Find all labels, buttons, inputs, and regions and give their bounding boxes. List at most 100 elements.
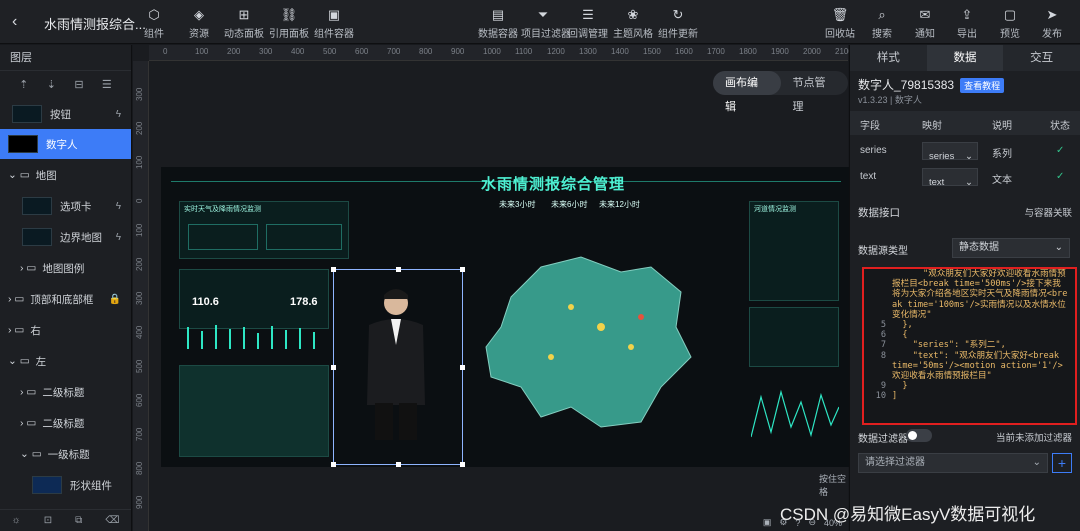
layer-group-top-bottom[interactable]: › ▭ 顶部和底部框 🔒 [0,284,131,314]
rainfall-value-2: 178.6 [290,296,318,308]
static-data-editor[interactable]: 5 6 7 8 9 10 "观众朋友们大家好欢迎收看水雨情预报栏目<break time=… [862,267,1077,425]
resize-handle[interactable] [331,462,336,467]
tab-style[interactable]: 样式 [850,45,927,71]
folder-icon: › ▭ [8,293,25,305]
lightning-icon[interactable]: ϟ [116,232,121,243]
forecast-tab-6h[interactable]: 未来6小时 [551,199,587,210]
dashboard-canvas[interactable]: 水雨情测报综合管理 未来3小时 未来6小时 未来12小时 实时天气及降雨情况监测… [161,167,851,467]
copy-icon[interactable]: ⧉ [75,515,82,526]
lock-icon[interactable]: ⊡ [44,515,52,526]
lightning-icon[interactable]: ϟ [116,201,121,212]
weather-panel: 实时天气及降雨情况监测 [179,201,349,259]
move-bottom-icon[interactable]: ⇣ [47,78,56,91]
canvas-area: 0 100 200 300 400 500 600 700 800 900 1000 1100 1200… [133,45,853,531]
lock-icon[interactable]: 🔒 [109,294,121,305]
layers-icon: ◈ [194,7,204,22]
tutorial-badge[interactable]: 查看教程 [960,78,1005,93]
filter-select[interactable]: 请选择过滤器 ⌄ [858,453,1048,473]
line-number [864,300,886,310]
layer-item-shape[interactable]: 形状组件 [0,470,131,500]
chevron-down-icon: ⌄ [965,177,973,188]
search-icon: ⌕ [878,7,886,22]
layer-group-subtitle[interactable]: › ▭ 二级标题 [0,408,131,438]
container-link[interactable]: 与容器关联 [1024,205,1072,219]
mode-canvas-edit[interactable]: 画布编辑 [713,71,781,113]
toolbar-component[interactable]: ⬡ 组件 [132,6,176,40]
code-content[interactable]: "观众朋友们大家好欢迎收看水雨情预报栏目<break time='500ms'/… [892,269,1069,402]
ruler-tick: 500 [323,47,337,56]
forecast-tab-12h[interactable]: 未来12小时 [599,199,640,210]
digital-human-figure[interactable] [359,285,433,440]
layer-item-boundary-map[interactable]: 边界地图 ϟ [0,222,131,252]
check-icon: ✓ [1056,171,1065,182]
tab-data[interactable]: 数据 [926,45,1004,71]
toolbar-component-container[interactable]: ▣ 组件容器 [312,6,356,40]
layer-panel: 图层 ⇡ ⇣ ⊟ ☰ 按钮 ϟ 数字人 ⌄ ▭ 地图 选项卡 ϟ 边界地图 ϟ › ▭ 地… [0,45,132,531]
tab-interaction[interactable]: 交互 [1003,45,1080,71]
add-filter-button[interactable]: + [1052,453,1072,473]
toolbar-theme[interactable]: ❀ 主题风格 [611,6,655,40]
field-row-text: text text ⌄ 文本 ✓ [850,165,1080,189]
toolbar-dynamic-panel[interactable]: ⊞ 动态面板 [222,6,266,40]
group-icon[interactable]: ⊟ [74,78,83,91]
layer-group-right[interactable]: › ▭ 右 [0,315,131,345]
lightning-icon[interactable]: ϟ [116,109,121,120]
resize-handle[interactable] [396,267,401,272]
layer-group-subtitle[interactable]: › ▭ 二级标题 [0,377,131,407]
layer-group-map[interactable]: ⌄ ▭ 地图 [0,160,131,190]
ruler-tick: 900 [451,47,465,56]
toolbar-update[interactable]: ↻ 组件更新 [656,6,700,40]
toolbar-data-container[interactable]: ▤ 数据容器 [476,6,520,40]
toolbar-resource[interactable]: ◈ 资源 [177,6,221,40]
layer-item-digital-human[interactable]: 数字人 [0,129,131,159]
panel-toggle-icon[interactable]: ▣ [763,517,772,528]
toolbar-preview[interactable]: ▢ 预览 [988,6,1032,40]
toolbar-publish[interactable]: ➤ 发布 [1030,6,1074,40]
filter-toggle[interactable] [906,429,932,442]
mapping-select[interactable]: text ⌄ [922,168,978,188]
layer-item-button[interactable]: 按钮 ϟ [0,99,131,129]
data-container-icon: ▤ [491,7,505,22]
layer-group-title[interactable]: ⌄ ▭ 一级标题 [0,439,131,469]
mapping-select[interactable]: series ⌄ [922,142,978,162]
layer-thumbnail [32,476,62,494]
toolbar-recycle[interactable]: 🗑 回收站 [818,6,862,40]
toolbar-ref-panel[interactable]: ⛓ 引用面板 [267,6,311,40]
layer-tools: ⇡ ⇣ ⊟ ☰ [0,71,131,97]
layer-group-left[interactable]: ⌄ ▭ 左 [0,346,131,376]
toggle-knob [908,431,917,440]
river-list-panel [749,307,839,367]
toolbar-project-filter[interactable]: ⏷ 项目过滤器 [521,6,571,40]
mode-node-manage[interactable]: 节点管理 [781,71,849,113]
watermark: CSDN @易知微EasyV数据可视化 [780,505,1036,524]
toolbar-search[interactable]: ⌕ 搜索 [860,6,904,40]
forecast-tab-3h[interactable]: 未来3小时 [499,199,535,210]
ruler-tick: 800 [419,47,433,56]
toolbar-callback[interactable]: ☰ 回调管理 [566,6,610,40]
resize-handle[interactable] [460,462,465,467]
layer-group-legend[interactable]: › ▭ 地图图例 [0,253,131,283]
resize-handle[interactable] [460,365,465,370]
resize-handle[interactable] [396,462,401,467]
toolbar-export[interactable]: ⇪ 导出 [945,6,989,40]
source-type-select[interactable]: 静态数据 ⌄ [952,238,1070,258]
align-icon[interactable]: ☰ [102,78,112,91]
property-panel: 样式 数据 交互 数字人_79815383 查看教程 v1.3.23 | 数字人 … [849,45,1080,531]
layer-item-tab[interactable]: 选项卡 ϟ [0,191,131,221]
layer-thumbnail [22,197,52,215]
ruler-tick: 1400 [611,47,629,56]
bulb-icon[interactable]: ☼ [12,515,21,526]
back-arrow-icon[interactable]: ‹ [12,13,17,31]
resize-handle[interactable] [331,365,336,370]
rainfall-value-1: 110.6 [192,296,219,308]
line-number [864,289,886,299]
toolbar-notify[interactable]: ✉ 通知 [903,6,947,40]
resize-handle[interactable] [331,267,336,272]
water-level-chart [751,389,839,438]
folder-icon: ⌄ ▭ [8,355,30,367]
ruler-tick: 0 [135,198,144,203]
resize-handle[interactable] [460,267,465,272]
move-top-icon[interactable]: ⇡ [19,78,28,91]
delete-icon[interactable]: ⌫ [105,515,119,526]
ruler-tick: 1000 [483,47,501,56]
